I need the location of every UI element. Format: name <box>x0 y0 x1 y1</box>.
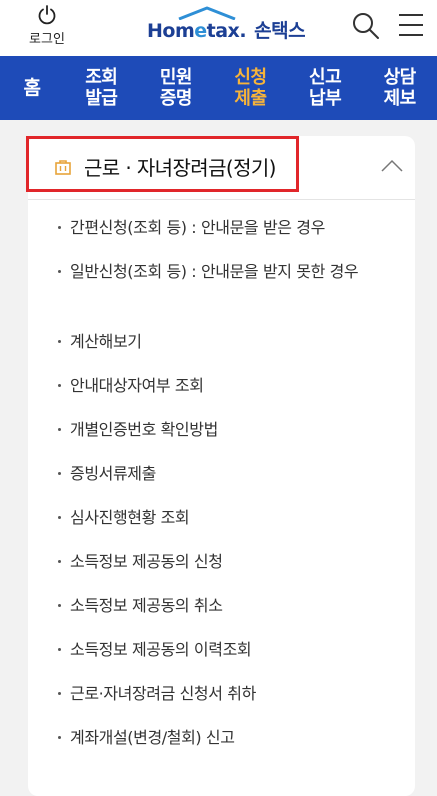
nav-item-civil-certificate[interactable]: 민원 증명 <box>139 56 214 120</box>
list-item-label: 소득정보 제공동의 취소 <box>70 596 223 615</box>
list-item[interactable]: 간편신청(조회 등) : 안내문을 받은 경우 <box>58 214 388 241</box>
bullet-icon <box>58 428 61 431</box>
nav-item-application-submission[interactable]: 신청 제출 <box>213 56 288 120</box>
bullet-icon <box>58 692 61 695</box>
list-item-label: 소득정보 제공동의 이력조회 <box>70 640 252 659</box>
nav-item-report-payment[interactable]: 신고 납부 <box>288 56 363 120</box>
logo-brand-part3: tax. <box>206 20 247 42</box>
list-item[interactable]: 개별인증번호 확인방법 <box>58 416 388 443</box>
list-item[interactable]: 소득정보 제공동의 이력조회 <box>58 636 388 663</box>
bullet-icon <box>58 736 61 739</box>
search-icon <box>353 13 379 39</box>
list-item[interactable]: 심사진행현황 조회 <box>58 504 388 531</box>
bullet-icon <box>58 270 61 273</box>
list-item[interactable]: 계산해보기 <box>58 328 388 355</box>
list-item-label: 근로·자녀장려금 신청서 취하 <box>70 684 256 703</box>
list-item-label: 개별인증번호 확인방법 <box>70 420 218 439</box>
menu-button[interactable] <box>396 10 426 42</box>
login-button[interactable]: 로그인 <box>22 4 72 52</box>
section-title: 근로 · 자녀장려금(정기) <box>84 156 276 180</box>
bullet-icon <box>58 340 61 343</box>
app-header: 로그인 Hometax. 손택스 <box>0 0 437 56</box>
list-item-label: 계좌개설(변경/철회) 신고 <box>70 728 235 747</box>
list-item-label: 계산해보기 <box>70 332 142 351</box>
bullet-icon <box>58 560 61 563</box>
list-item[interactable]: 일반신청(조회 등) : 안내문을 받지 못한 경우 <box>58 258 388 285</box>
hamburger-menu-icon <box>399 14 423 36</box>
list-item-label: 심사진행현황 조회 <box>70 508 190 527</box>
bullet-icon <box>58 472 61 475</box>
list-item-label: 증빙서류제출 <box>70 464 156 483</box>
search-button[interactable] <box>350 10 382 42</box>
nav-item-home[interactable]: 홈 <box>0 56 64 120</box>
power-icon <box>38 5 56 25</box>
section-header[interactable]: 근로 · 자녀장려금(정기) <box>26 136 415 200</box>
list-item[interactable]: 안내대상자여부 조회 <box>58 372 388 399</box>
nav-item-inquiry-issuance[interactable]: 조회 발급 <box>64 56 139 120</box>
bullet-icon <box>58 516 61 519</box>
list-item[interactable]: 계좌개설(변경/철회) 신고 <box>58 724 388 751</box>
nav-item-consult-report[interactable]: 상담 제보 <box>362 56 437 120</box>
section-card: 근로 · 자녀장려금(정기) 간편신청(조회 등) : 안내문을 받은 경우 일… <box>26 136 415 796</box>
list-item[interactable]: 근로·자녀장려금 신청서 취하 <box>58 680 388 707</box>
bullet-icon <box>58 226 61 229</box>
login-label: 로그인 <box>29 32 65 47</box>
bullet-icon <box>58 384 61 387</box>
list-item[interactable]: 소득정보 제공동의 취소 <box>58 592 388 619</box>
list-item[interactable]: 증빙서류제출 <box>58 460 388 487</box>
bullet-icon <box>58 648 61 651</box>
chevron-up-icon[interactable] <box>380 158 404 174</box>
list-item[interactable]: 소득정보 제공동의 신청 <box>58 548 388 575</box>
list-item-label: 안내대상자여부 조회 <box>70 376 204 395</box>
logo-brand-part2: e <box>194 20 207 42</box>
hometax-logo[interactable]: Hometax. 손택스 <box>147 6 307 46</box>
list-item-label: 소득정보 제공동의 신청 <box>70 552 223 571</box>
bullet-icon <box>58 604 61 607</box>
main-nav: 홈 조회 발급 민원 증명 신청 제출 신고 납부 상담 제보 <box>0 56 437 120</box>
logo-brand-part1: Hom <box>147 20 195 42</box>
logo-brand-korean: 손택스 <box>254 20 306 42</box>
logo-text: Hometax. 손택스 <box>147 16 306 43</box>
list-item-label: 간편신청(조회 등) : 안내문을 받은 경우 <box>70 218 325 237</box>
shopping-bag-icon <box>55 160 71 175</box>
list-item-label: 일반신청(조회 등) : 안내문을 받지 못한 경우 <box>70 262 359 281</box>
